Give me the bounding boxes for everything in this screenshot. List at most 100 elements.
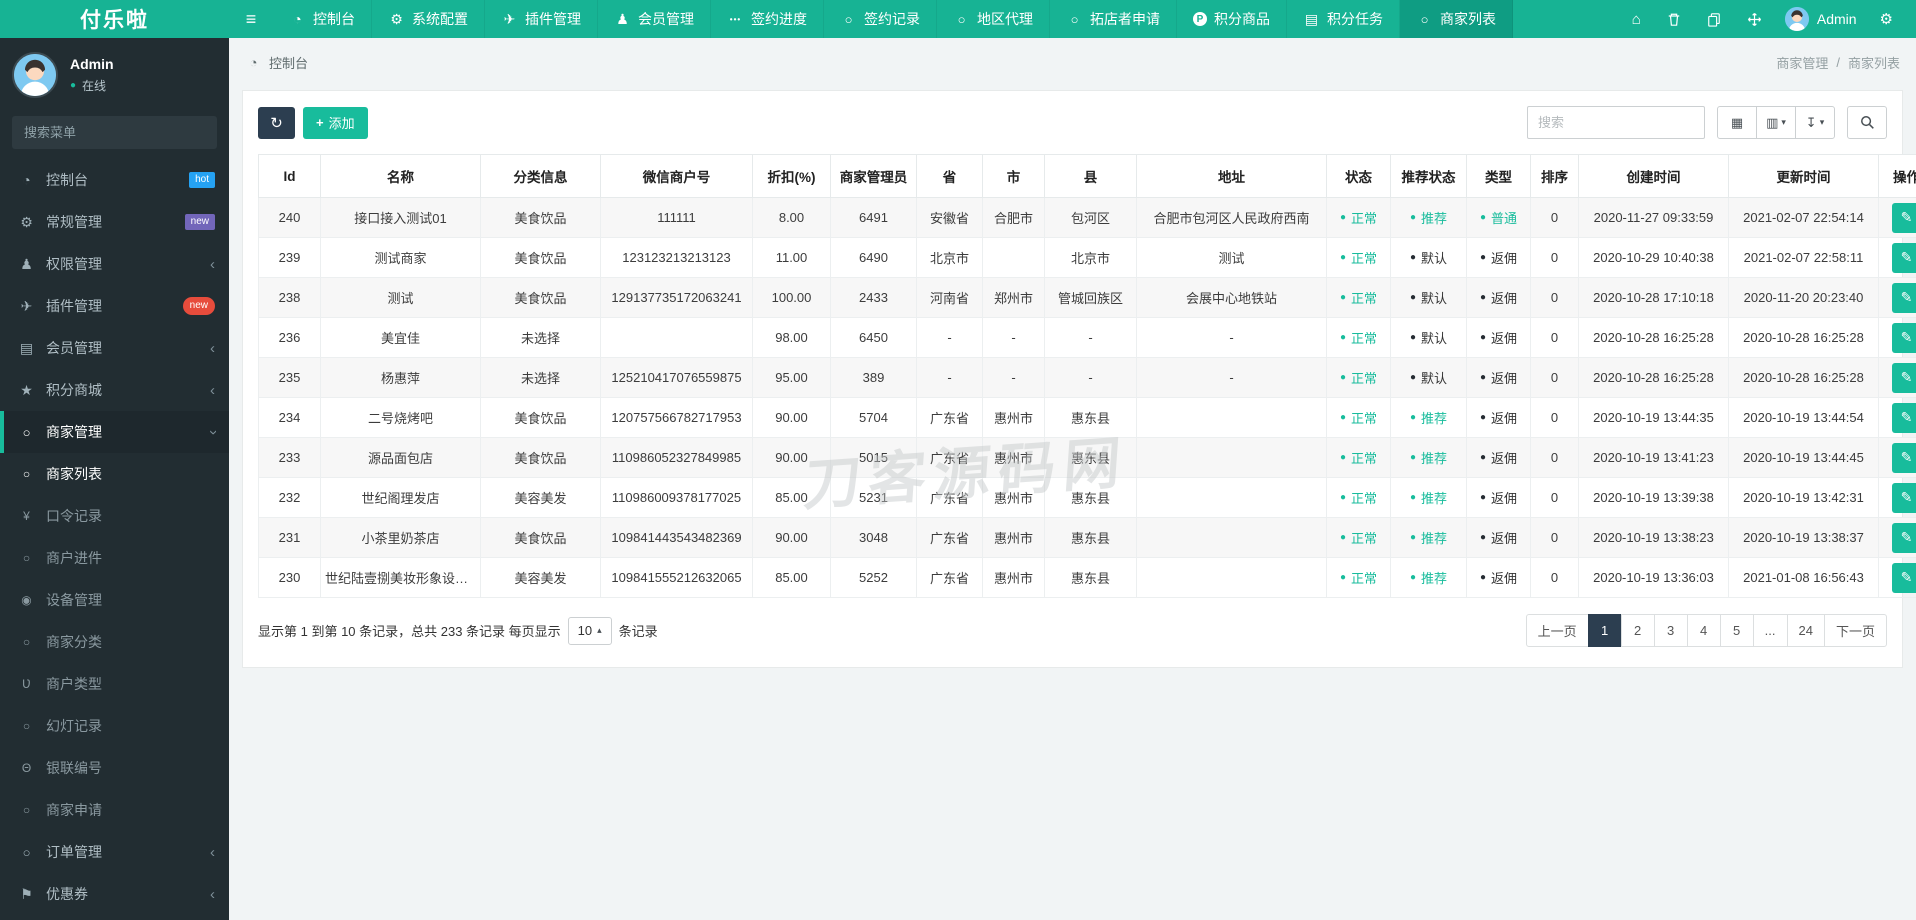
trash-icon[interactable]	[1654, 0, 1694, 38]
column-header[interactable]: 地址	[1136, 154, 1327, 198]
sidebar-item-label: 商户进件	[46, 550, 102, 566]
topnav-item[interactable]: ◔ 控制台	[273, 0, 372, 38]
sidebar-item[interactable]: ○ 商家管理 ‹	[0, 411, 229, 453]
topnav-item[interactable]: ○ 拓店者申请	[1050, 0, 1177, 38]
edit-button[interactable]: ✎	[1891, 242, 1916, 273]
page-button[interactable]: 24	[1786, 614, 1825, 647]
column-header[interactable]: 县	[1044, 154, 1137, 198]
prev-page-button[interactable]: 上一页	[1525, 614, 1589, 647]
toggle-view-button[interactable]: ▦	[1717, 106, 1757, 139]
topnav-item[interactable]: ✈ 插件管理	[485, 0, 598, 38]
topnav-item[interactable]: ♟ 会员管理	[598, 0, 711, 38]
records-info: 显示第 1 到第 10 条记录，总共 233 条记录 每页显示 10 ▴ 条记录	[258, 616, 658, 645]
page-button[interactable]: 5	[1719, 614, 1754, 647]
breadcrumb-crumb[interactable]: 商家列表	[1848, 53, 1900, 72]
topnav-item[interactable]: ⚙ 系统配置	[372, 0, 485, 38]
sidebar-subitem[interactable]: ¥ 口令记录	[0, 495, 229, 537]
sidebar-item[interactable]: ♟ 权限管理 ‹	[0, 243, 229, 285]
column-header[interactable]: 名称	[320, 154, 481, 198]
page-button[interactable]: 4	[1686, 614, 1721, 647]
cell-address: 会展中心地铁站	[1136, 277, 1327, 318]
topnav-item[interactable]: ••• 签约进度	[711, 0, 824, 38]
column-header[interactable]: 分类信息	[480, 154, 601, 198]
edit-button[interactable]: ✎	[1891, 522, 1916, 553]
column-header[interactable]: 推荐状态	[1390, 154, 1467, 198]
topbar-user[interactable]: Admin	[1775, 7, 1867, 31]
fullscreen-icon[interactable]	[1734, 0, 1775, 38]
column-header[interactable]: 排序	[1530, 154, 1579, 198]
column-header[interactable]: Id	[258, 154, 321, 198]
column-header[interactable]: 折扣(%)	[752, 154, 831, 198]
topnav-label: 系统配置	[412, 11, 468, 27]
page-button[interactable]: 1	[1587, 614, 1622, 647]
sidebar-subitem[interactable]: ◉ 设备管理	[0, 579, 229, 621]
columns-button[interactable]: ▥ ▾	[1756, 106, 1796, 139]
chevron-down-icon: ▾	[1819, 117, 1825, 127]
sidebar-subitem[interactable]: ○ 商家列表	[0, 453, 229, 495]
docs-icon[interactable]	[1694, 0, 1734, 38]
next-page-button[interactable]: 下一页	[1823, 614, 1887, 647]
page-button[interactable]: 3	[1653, 614, 1688, 647]
sidebar-item[interactable]: ◔ 控制台 hot	[0, 159, 229, 201]
edit-button[interactable]: ✎	[1891, 402, 1916, 433]
sidebar-item[interactable]: ▤ 会员管理 ‹	[0, 327, 229, 369]
column-header[interactable]: 微信商户号	[600, 154, 753, 198]
avatar[interactable]	[12, 52, 58, 98]
cell-created-at: 2020-10-19 13:44:35	[1578, 397, 1729, 438]
topnav-item[interactable]: ▤ 积分任务	[1287, 0, 1400, 38]
sidebar-item[interactable]: ○ 订单管理 ‹	[0, 831, 229, 873]
home-icon[interactable]: ⌂	[1619, 0, 1654, 38]
column-header[interactable]: 类型	[1466, 154, 1531, 198]
rocket-icon: ✈	[20, 297, 33, 314]
topnav-item[interactable]: ○ 商家列表	[1400, 0, 1513, 38]
sidebar-item[interactable]: ⚑ 优惠券 ‹	[0, 873, 229, 915]
cell-type: ● 返佣	[1466, 517, 1531, 558]
refresh-button[interactable]: ↻	[258, 106, 295, 139]
topnav-item[interactable]: ○ 地区代理	[937, 0, 1050, 38]
cell-category: 美容美发	[480, 477, 601, 518]
sidebar-subitem[interactable]: ○ 商家申请	[0, 789, 229, 831]
edit-button[interactable]: ✎	[1891, 282, 1916, 313]
edit-button[interactable]: ✎	[1891, 322, 1916, 353]
status-dot-icon: ●	[1339, 451, 1347, 463]
edit-button[interactable]: ✎	[1891, 362, 1916, 393]
column-header[interactable]: 状态	[1326, 154, 1391, 198]
edit-button[interactable]: ✎	[1891, 202, 1916, 233]
edit-button[interactable]: ✎	[1891, 482, 1916, 513]
topnav-item[interactable]: ○ 签约记录	[824, 0, 937, 38]
page-size-select[interactable]: 10 ▴	[567, 616, 612, 645]
sidebar-user-name: Admin	[70, 56, 114, 72]
sidebar-subitem[interactable]: Ʋ 商户类型	[0, 663, 229, 705]
search-button[interactable]	[1847, 106, 1887, 139]
hamburger-menu-icon[interactable]: ≡	[229, 0, 273, 38]
menu-search-input[interactable]	[12, 116, 217, 149]
sidebar-item[interactable]: ⚙ 常规管理 new	[0, 201, 229, 243]
table-search-input[interactable]	[1527, 106, 1705, 139]
settings-gears-icon[interactable]: ⚙	[1867, 0, 1906, 38]
column-header[interactable]: 创建时间	[1578, 154, 1729, 198]
page-ellipsis[interactable]: ...	[1752, 614, 1788, 647]
sidebar-subitem[interactable]: ○ 幻灯记录	[0, 705, 229, 747]
status-label: 正常	[1351, 571, 1378, 587]
sidebar-subitem[interactable]: ○ 商户进件	[0, 537, 229, 579]
column-header[interactable]: 商家管理员	[830, 154, 917, 198]
sidebar-subitem[interactable]: ○ 商家分类	[0, 621, 229, 663]
cell-discount: 85.00	[752, 477, 831, 518]
sidebar-item[interactable]: ✈ 插件管理 new	[0, 285, 229, 327]
edit-button[interactable]: ✎	[1891, 442, 1916, 473]
export-button[interactable]: ↧ ▾	[1795, 106, 1835, 139]
breadcrumb-crumb[interactable]: 商家管理	[1776, 53, 1828, 72]
column-header[interactable]: 操作	[1878, 154, 1916, 198]
column-header[interactable]: 市	[982, 154, 1045, 198]
page-button[interactable]: 2	[1620, 614, 1655, 647]
column-header[interactable]: 更新时间	[1728, 154, 1879, 198]
cell-wechat-no: 109841443543482369	[600, 517, 753, 558]
topnav-item[interactable]: P 积分商品	[1177, 0, 1287, 38]
cell-status: ● 正常	[1326, 397, 1391, 438]
edit-button[interactable]: ✎	[1891, 562, 1916, 593]
sidebar-item[interactable]: ★ 积分商城 ‹	[0, 369, 229, 411]
add-button[interactable]: + 添加	[303, 106, 368, 139]
cell-sort: 0	[1530, 277, 1579, 318]
column-header[interactable]: 省	[916, 154, 983, 198]
sidebar-subitem[interactable]: Θ 银联编号	[0, 747, 229, 789]
